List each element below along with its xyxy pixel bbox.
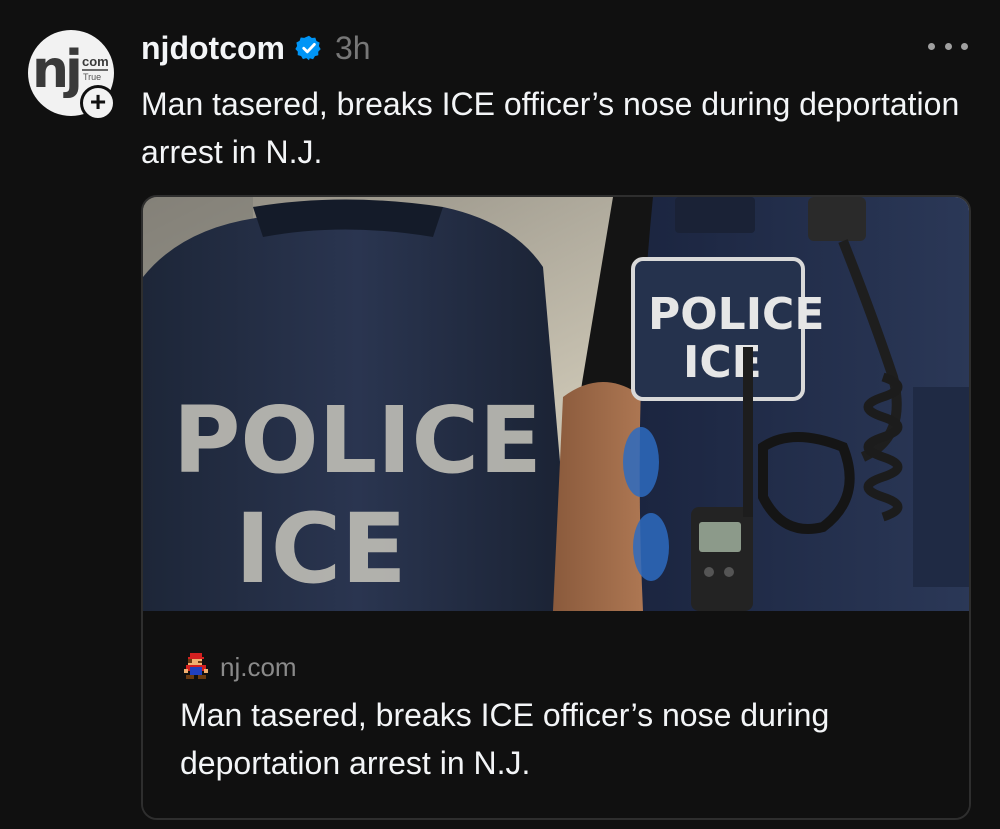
thread-post: nj com True + njdotcom 3h Man tasered, b… bbox=[0, 0, 1000, 829]
link-source-row: nj.com bbox=[180, 651, 297, 683]
link-preview-body: nj.com Man tasered, breaks ICE officer’s… bbox=[143, 611, 969, 818]
follow-button[interactable]: + bbox=[80, 85, 116, 121]
avatar-logo-divider bbox=[82, 69, 108, 71]
avatar-logo-text: nj bbox=[32, 40, 83, 100]
post-caption: Man tasered, breaks ICE officer’s nose d… bbox=[141, 86, 960, 170]
link-domain: nj.com bbox=[220, 651, 297, 682]
post-header: njdotcom 3h bbox=[141, 28, 371, 68]
patch-text-line1: POLICE bbox=[648, 289, 824, 340]
more-options-icon[interactable] bbox=[928, 34, 968, 58]
jacket-text-line1: POLICE bbox=[173, 387, 542, 494]
post-timestamp: 3h bbox=[334, 29, 371, 66]
jacket-text-line2: ICE bbox=[235, 493, 407, 605]
plus-icon: + bbox=[89, 86, 107, 117]
verified-badge-icon bbox=[295, 35, 321, 61]
username[interactable]: njdotcom bbox=[141, 30, 285, 67]
pixel-mario-favicon-icon bbox=[184, 653, 208, 679]
avatar-logo-tagline: True bbox=[83, 72, 102, 82]
link-preview-card[interactable]: POLICE ICE POLICE ICE nj.com Man tasered… bbox=[141, 195, 971, 820]
avatar-logo-suffix: com bbox=[82, 54, 109, 69]
link-preview-image: POLICE ICE POLICE ICE bbox=[143, 197, 969, 611]
link-title: Man tasered, breaks ICE officer’s nose d… bbox=[180, 697, 830, 781]
